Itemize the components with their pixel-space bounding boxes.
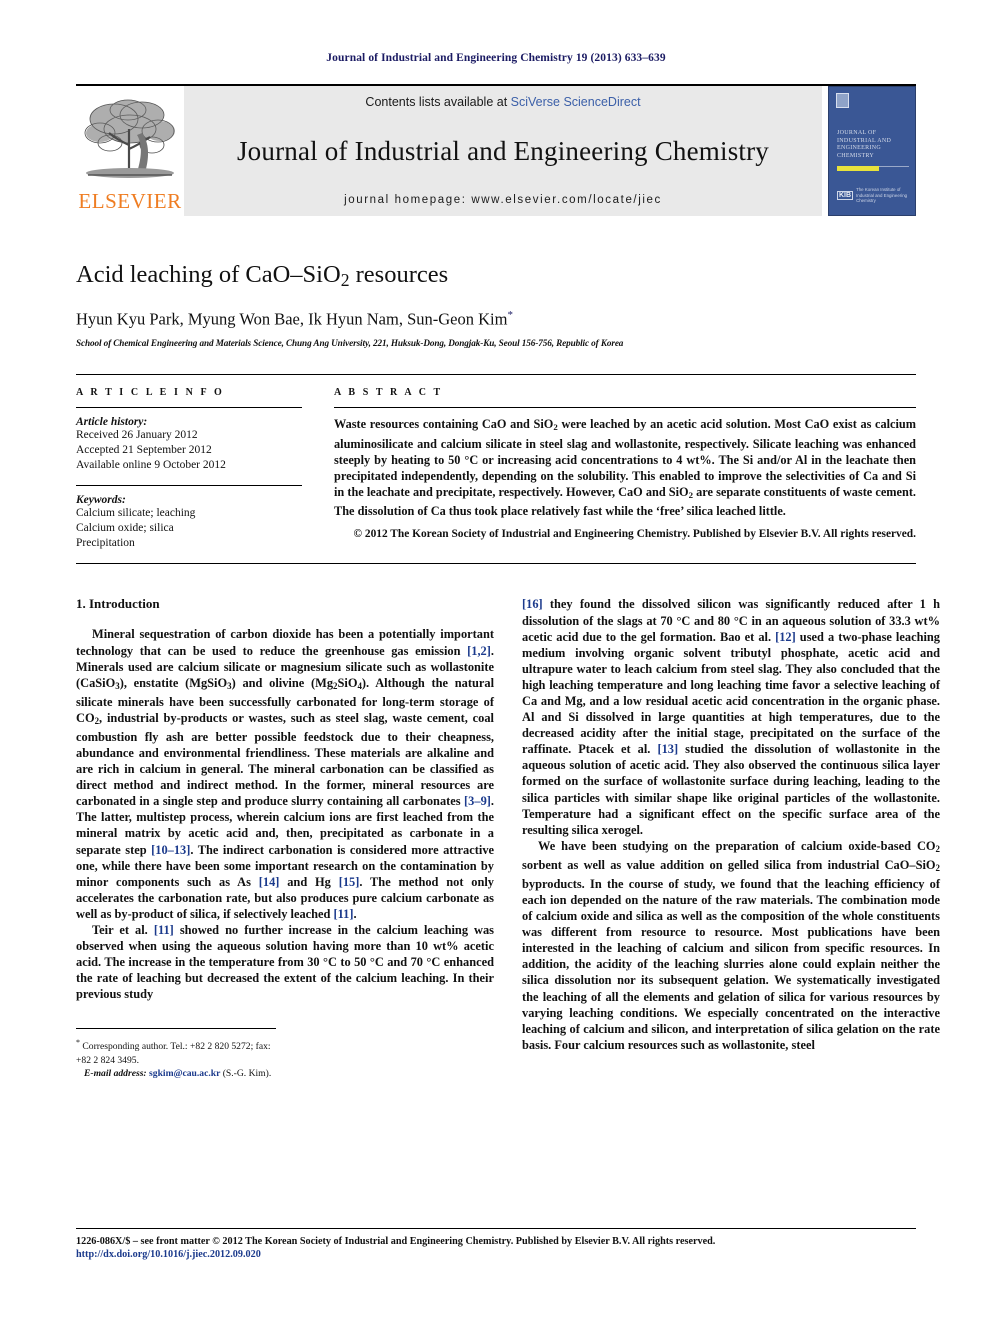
- text-seg: Mineral sequestration of carbon dioxide …: [76, 627, 494, 658]
- text-seg: ) and olivine (Mg: [231, 675, 334, 690]
- masthead-center: Contents lists available at SciVerse Sci…: [184, 86, 822, 216]
- journal-cover-thumbnail: Journal of Industrial and Engineering Ch…: [828, 86, 916, 216]
- text-seg: SiO: [337, 675, 358, 690]
- affiliation: School of Chemical Engineering and Mater…: [76, 338, 624, 349]
- footnote-line: Corresponding author. Tel.: +82 2 820 52…: [76, 1041, 271, 1066]
- citation-ref[interactable]: [11]: [334, 907, 354, 921]
- abstract-copyright: © 2012 The Korean Society of Industrial …: [353, 527, 916, 540]
- society-name: The Korean Institute of Industrial and E…: [856, 187, 908, 203]
- keywords-label: Keywords:: [76, 494, 126, 507]
- article-history-label: Article history:: [76, 416, 148, 429]
- right-column: [16] they found the dissolved silicon wa…: [522, 596, 940, 1079]
- journal-masthead: ELSEVIER Contents lists available at Sci…: [76, 84, 916, 216]
- citation-ref[interactable]: [16]: [522, 597, 543, 611]
- citation-ref[interactable]: [1,2]: [467, 644, 491, 658]
- citation-ref[interactable]: [11]: [154, 923, 174, 937]
- title-block: Acid leaching of CaO–SiO2 resources Hyun…: [76, 260, 916, 348]
- article-info-column: A R T I C L E I N F O Article history: R…: [76, 387, 324, 551]
- journal-title: Journal of Industrial and Engineering Ch…: [236, 136, 770, 166]
- sciencedirect-link[interactable]: SciVerse ScienceDirect: [511, 95, 641, 109]
- article-info-heading: A R T I C L E I N F O: [76, 387, 225, 399]
- section-heading-introduction: 1. Introduction: [76, 596, 160, 612]
- citation-ref[interactable]: [10–13]: [151, 843, 190, 857]
- footnote-contact: * Corresponding author. Tel.: +82 2 820 …: [76, 1036, 276, 1066]
- journal-homepage[interactable]: journal homepage: www.elsevier.com/locat…: [344, 194, 662, 206]
- footer-issn-copyright: 1226-086X/$ – see front matter © 2012 Th…: [76, 1236, 716, 1247]
- footer-doi-link[interactable]: http://dx.doi.org/10.1016/j.jiec.2012.09…: [76, 1249, 916, 1260]
- elsevier-tree-icon: [80, 93, 180, 191]
- email-owner: (S.-G. Kim).: [220, 1067, 272, 1079]
- corresponding-author-marker: *: [507, 308, 513, 321]
- left-column: 1. Introduction Mineral sequestration of…: [76, 596, 494, 1079]
- email-label: E-mail address:: [84, 1067, 147, 1079]
- society-logo: KIB: [837, 190, 854, 200]
- text-seg: sorbent as well as value addition on gel…: [522, 857, 936, 872]
- paragraph-intro-1: Mineral sequestration of carbon dioxide …: [76, 626, 494, 922]
- title-part-b: resources: [349, 261, 449, 288]
- text-seg: used a two-phase leaching medium involvi…: [522, 629, 940, 757]
- text-seg: and Hg: [279, 874, 339, 889]
- history-accepted: Accepted 21 September 2012: [76, 444, 212, 457]
- title-part-a: Acid leaching of CaO–SiO: [76, 261, 341, 288]
- text-seg: , industrial by-products or wastes, such…: [76, 710, 494, 809]
- title-subscript: 2: [340, 269, 350, 290]
- keyword-item: Calcium oxide; silica: [76, 522, 174, 535]
- keywords-rule: [76, 485, 302, 487]
- paper-page: Journal of Industrial and Engineering Ch…: [0, 0, 992, 1323]
- history-received: Received 26 January 2012: [76, 429, 198, 442]
- citation-ref[interactable]: [14]: [259, 875, 280, 889]
- page-footer: 1226-086X/$ – see front matter © 2012 Th…: [76, 1228, 916, 1260]
- email-link[interactable]: sgkim@cau.ac.kr: [149, 1068, 220, 1079]
- abstract-body: Waste resources containing CaO and SiO2 …: [334, 416, 916, 519]
- text-seg: .: [353, 906, 357, 921]
- subscript: 2: [935, 862, 940, 873]
- citation-ref[interactable]: [15]: [339, 875, 360, 889]
- cover-title: Journal of Industrial and Engineering Ch…: [837, 130, 892, 159]
- cover-accent-bar: [837, 166, 879, 171]
- subscript: 2: [935, 843, 940, 854]
- info-abstract-region: A R T I C L E I N F O Article history: R…: [76, 374, 916, 551]
- article-info-rule: [76, 407, 302, 409]
- citation-ref[interactable]: [13]: [657, 742, 678, 756]
- elsevier-wordmark: ELSEVIER: [78, 189, 182, 213]
- elsevier-logo: ELSEVIER: [76, 86, 184, 216]
- page-title: Acid leaching of CaO–SiO2 resources: [76, 260, 916, 291]
- running-head: Journal of Industrial and Engineering Ch…: [326, 52, 666, 64]
- text-seg: We have been studying on the preparation…: [538, 838, 936, 853]
- text-seg: Teir et al.: [92, 923, 154, 938]
- abstract-heading: A B S T R A C T: [334, 387, 443, 399]
- keyword-item: Calcium silicate; leaching: [76, 507, 196, 520]
- paragraph-intro-3: We have been studying on the preparation…: [522, 838, 940, 1053]
- text-seg: ), enstatite (MgSiO: [119, 675, 228, 690]
- author-names: Hyun Kyu Park, Myung Won Bae, Ik Hyun Na…: [76, 309, 508, 329]
- citation-ref[interactable]: [12]: [775, 630, 796, 644]
- contents-prefix: Contents lists available at: [365, 95, 511, 109]
- citation-ref[interactable]: [3–9]: [464, 794, 491, 808]
- footnote-email-row: E-mail address: sgkim@cau.ac.kr (S.-G. K…: [76, 1067, 276, 1080]
- abstract-column: A B S T R A C T Waste resources containi…: [324, 387, 916, 551]
- body-columns: 1. Introduction Mineral sequestration of…: [76, 596, 940, 1079]
- text-seg: byproducts. In the course of study, we f…: [522, 876, 940, 1052]
- abstract-rule-top: [334, 407, 916, 409]
- text-seg: studied the dissolution of wollastonite …: [522, 742, 940, 837]
- keyword-item: Precipitation: [76, 537, 135, 550]
- author-list: Hyun Kyu Park, Myung Won Bae, Ik Hyun Na…: [76, 309, 916, 330]
- cover-society-mark: KIB The Korean Institute of Industrial a…: [837, 187, 912, 203]
- contents-list-line: Contents lists available at SciVerse Sci…: [365, 95, 640, 109]
- history-available-online: Available online 9 October 2012: [76, 459, 226, 472]
- paragraph-intro-2-part-left: Teir et al. [11] showed no further incre…: [76, 922, 494, 1002]
- corresponding-author-footnote: * Corresponding author. Tel.: +82 2 820 …: [76, 1028, 276, 1079]
- cover-mini-icon: [836, 93, 849, 108]
- abstract-bottom-rule: [76, 563, 916, 565]
- abstract-seg-1: Waste resources containing CaO and SiO: [334, 417, 554, 432]
- paragraph-intro-2-part-right: [16] they found the dissolved silicon wa…: [522, 596, 940, 837]
